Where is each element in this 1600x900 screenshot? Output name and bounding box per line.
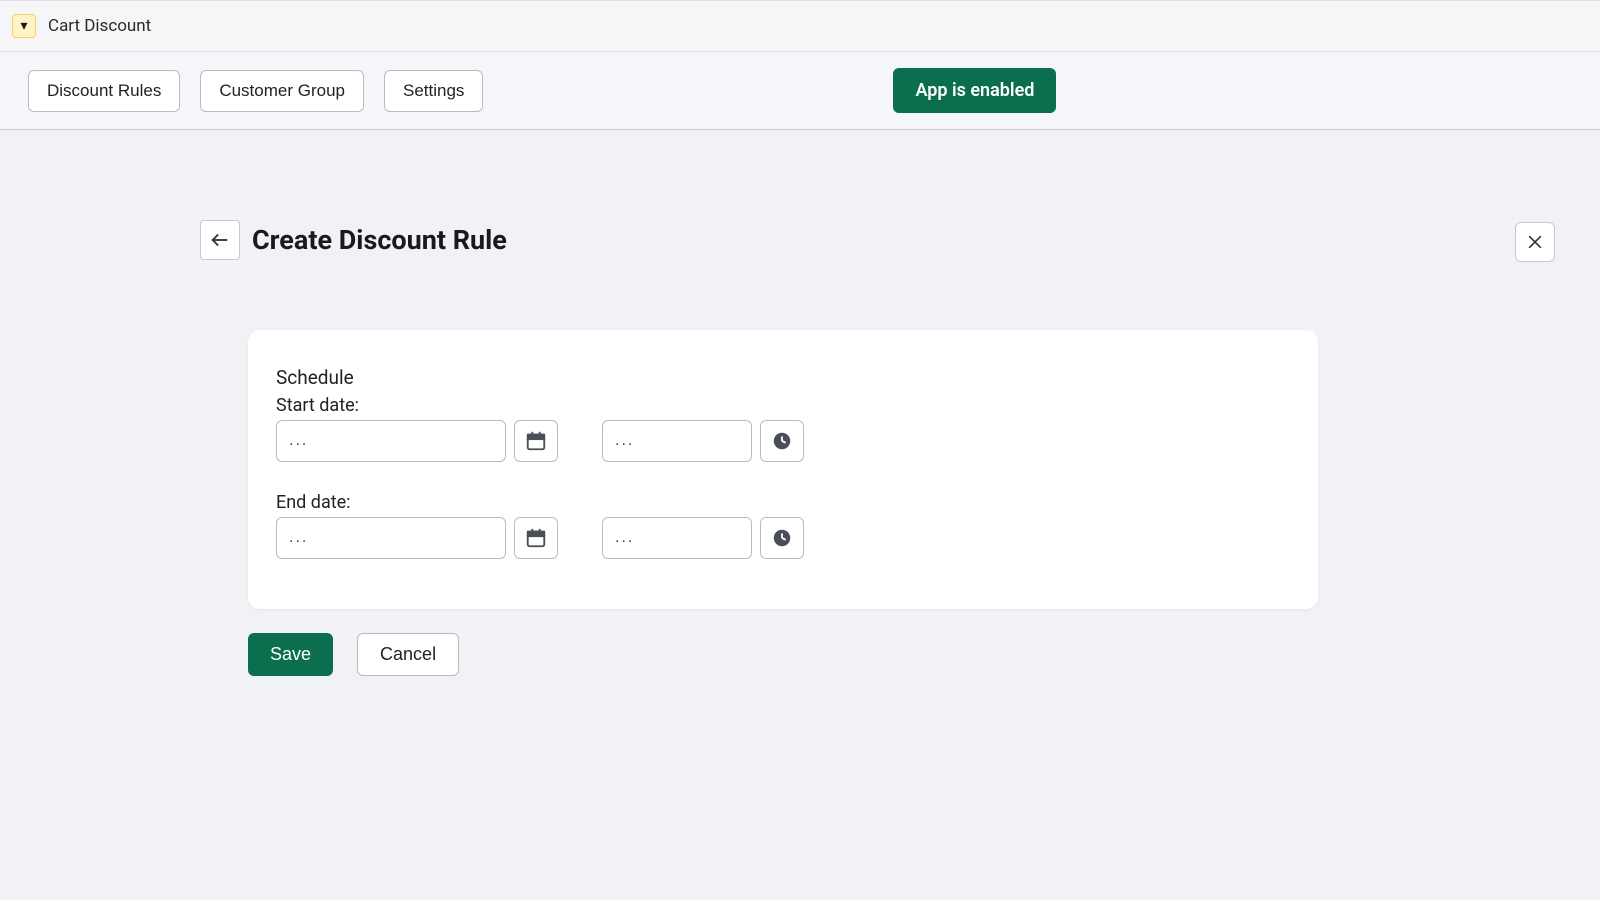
- app-status-badge: App is enabled: [893, 68, 1056, 113]
- start-date-picker-button[interactable]: [514, 420, 558, 462]
- app-status-label: App is enabled: [915, 80, 1034, 101]
- page-title: Create Discount Rule: [252, 224, 507, 256]
- start-time-input[interactable]: [602, 420, 752, 462]
- nav-discount-rules-label: Discount Rules: [47, 81, 161, 100]
- clock-icon: [771, 430, 793, 452]
- content-area: Create Discount Rule Schedule Start date…: [0, 130, 1600, 900]
- app-title: Cart Discount: [48, 16, 151, 36]
- page-header: Create Discount Rule: [200, 220, 1400, 260]
- cancel-button-label: Cancel: [380, 644, 436, 664]
- save-button[interactable]: Save: [248, 633, 333, 676]
- form-actions: Save Cancel: [248, 633, 1400, 676]
- start-date-label: Start date:: [276, 395, 1290, 416]
- end-date-label: End date:: [276, 492, 1290, 513]
- back-button[interactable]: [200, 220, 240, 260]
- arrow-left-icon: [209, 229, 231, 251]
- end-time-picker-button[interactable]: [760, 517, 804, 559]
- app-icon: ▾: [12, 14, 36, 38]
- schedule-card: Schedule Start date: End: [248, 330, 1318, 609]
- app-titlebar: ▾ Cart Discount: [0, 0, 1600, 52]
- nav-settings[interactable]: Settings: [384, 70, 483, 112]
- clock-icon: [771, 527, 793, 549]
- calendar-icon: [525, 527, 547, 549]
- nav-customer-group[interactable]: Customer Group: [200, 70, 364, 112]
- close-button[interactable]: [1515, 222, 1555, 262]
- save-button-label: Save: [270, 644, 311, 664]
- close-icon: [1525, 232, 1545, 252]
- start-date-row: [276, 420, 1290, 462]
- start-time-picker-button[interactable]: [760, 420, 804, 462]
- end-date-row: [276, 517, 1290, 559]
- start-date-input[interactable]: [276, 420, 506, 462]
- nav-customer-group-label: Customer Group: [219, 81, 345, 100]
- calendar-icon: [525, 430, 547, 452]
- cancel-button[interactable]: Cancel: [357, 633, 459, 676]
- end-date-input[interactable]: [276, 517, 506, 559]
- navbar: Discount Rules Customer Group Settings A…: [0, 52, 1600, 130]
- schedule-title: Schedule: [276, 366, 1290, 389]
- nav-settings-label: Settings: [403, 81, 464, 100]
- end-time-input[interactable]: [602, 517, 752, 559]
- end-date-picker-button[interactable]: [514, 517, 558, 559]
- app-icon-glyph: ▾: [20, 19, 27, 33]
- nav-discount-rules[interactable]: Discount Rules: [28, 70, 180, 112]
